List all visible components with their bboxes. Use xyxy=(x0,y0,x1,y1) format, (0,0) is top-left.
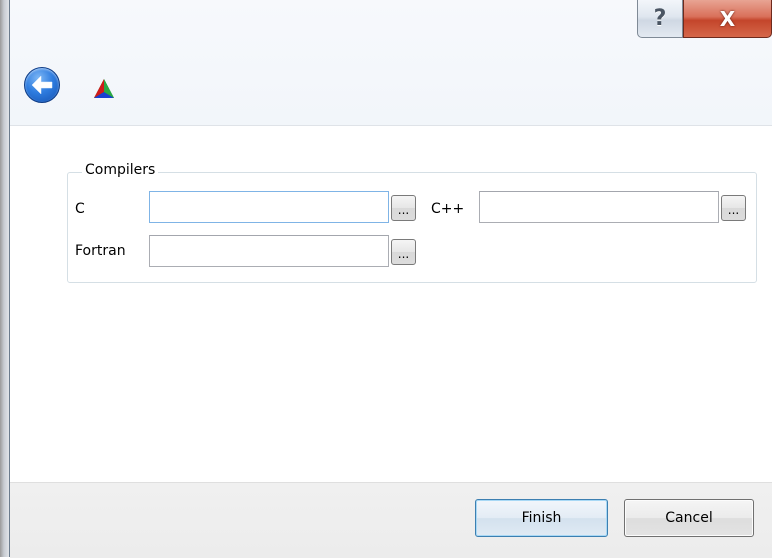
cancel-button-label: Cancel xyxy=(665,510,713,526)
fortran-compiler-label: Fortran xyxy=(75,243,126,259)
cancel-button[interactable]: Cancel xyxy=(624,499,754,537)
compilers-groupbox: Compilers C ... C++ ... Fortran ... xyxy=(67,162,757,283)
help-icon: ? xyxy=(653,6,667,31)
finish-button[interactable]: Finish xyxy=(475,499,608,537)
wizard-button-bar: Finish Cancel xyxy=(10,482,772,558)
wizard-page: Compilers C ... C++ ... Fortran ... xyxy=(10,125,772,483)
close-button[interactable]: X xyxy=(683,0,772,38)
ellipsis-label: ... xyxy=(397,203,410,217)
cpp-compiler-label: C++ xyxy=(431,201,465,217)
back-arrow-icon xyxy=(31,75,53,95)
finish-button-label: Finish xyxy=(521,510,562,526)
c-compiler-label: C xyxy=(75,201,85,217)
rgb-triangle-logo-icon xyxy=(94,79,114,98)
fortran-compiler-browse-button[interactable]: ... xyxy=(391,239,416,265)
c-compiler-field[interactable] xyxy=(149,191,389,223)
ellipsis-label: ... xyxy=(727,203,740,217)
fortran-compiler-field[interactable] xyxy=(149,235,389,267)
help-button[interactable]: ? xyxy=(637,0,683,38)
back-button[interactable] xyxy=(24,67,60,103)
groupbox-title: Compilers xyxy=(82,162,159,178)
close-icon: X xyxy=(719,6,736,31)
cpp-compiler-browse-button[interactable]: ... xyxy=(721,195,746,221)
wizard-window: ? X Compilers C ... C++ ... Fortran ... … xyxy=(9,0,772,558)
ellipsis-label: ... xyxy=(397,247,410,261)
cpp-compiler-field[interactable] xyxy=(479,191,719,223)
c-compiler-browse-button[interactable]: ... xyxy=(391,195,416,221)
